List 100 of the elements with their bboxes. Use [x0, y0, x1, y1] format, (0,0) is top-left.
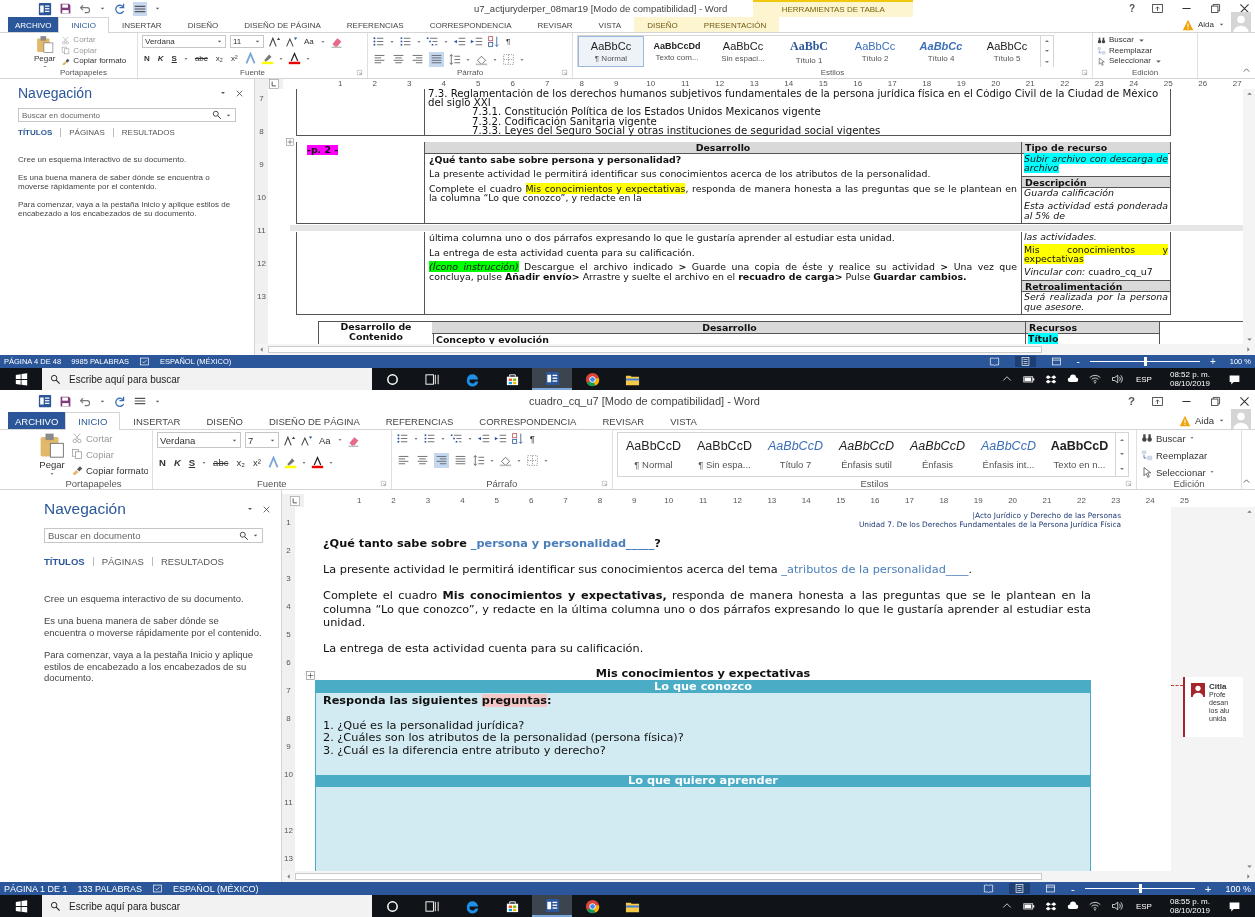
bullets-icon[interactable]: [395, 432, 409, 445]
help-button[interactable]: ?: [1128, 3, 1135, 14]
close-icon[interactable]: [235, 88, 244, 98]
close-icon[interactable]: [1238, 2, 1251, 15]
caret-icon[interactable]: [488, 457, 495, 464]
find-button[interactable]: Buscar: [1097, 35, 1146, 46]
font-size-field[interactable]: 7: [245, 432, 279, 448]
line-spacing-icon[interactable]: [471, 454, 485, 467]
caret-icon[interactable]: [1218, 21, 1225, 28]
format-painter-button[interactable]: Copiar formato: [71, 464, 148, 476]
clock-time[interactable]: 08:55 p. m.: [1169, 897, 1210, 906]
caret-icon[interactable]: [542, 457, 549, 464]
proofing-icon[interactable]: [138, 356, 150, 367]
zoom-in-button[interactable]: +: [1204, 882, 1212, 895]
collapse-ribbon-icon[interactable]: [1242, 477, 1251, 486]
underline-button[interactable]: S: [186, 457, 198, 468]
font-color-icon[interactable]: [310, 456, 324, 469]
numbering-icon[interactable]: [399, 35, 412, 48]
show-marks-button[interactable]: ¶: [527, 433, 537, 444]
save-icon[interactable]: [59, 2, 72, 15]
multilevel-list-icon[interactable]: [426, 35, 439, 48]
cloud-icon[interactable]: [1066, 373, 1079, 385]
caret-icon[interactable]: [336, 437, 343, 443]
ribbon-tab[interactable]: DISEÑO DE PÁGINA: [231, 17, 334, 32]
print-layout-button[interactable]: [1014, 356, 1036, 367]
decrease-indent-icon[interactable]: [453, 35, 466, 48]
paste-button[interactable]: Pegar: [39, 432, 65, 477]
bold-button[interactable]: N: [157, 457, 168, 468]
undo-icon[interactable]: [79, 2, 92, 15]
ribbon-tab[interactable]: INICIO: [58, 17, 109, 33]
pane-options-icon[interactable]: [219, 89, 227, 97]
style-option[interactable]: AaBbCcD Énfasis sutil: [831, 433, 902, 476]
ribbon-tab[interactable]: CORRESPONDENCIA: [466, 412, 590, 429]
text-effects-icon[interactable]: [266, 456, 280, 469]
search-input[interactable]: Buscar en documento: [22, 110, 209, 120]
shading-icon[interactable]: [475, 53, 488, 66]
style-option[interactable]: AaBbC Título 1: [776, 36, 842, 67]
clock-date[interactable]: 08/10/2019: [1169, 379, 1210, 388]
page-count[interactable]: PÁGINA 1 DE 1: [4, 883, 68, 894]
strikethrough-button[interactable]: abc: [211, 457, 231, 468]
increase-indent-icon[interactable]: [493, 432, 507, 445]
style-option[interactable]: AaBbCc ¶ Normal: [578, 36, 644, 67]
select-button[interactable]: Seleccionar: [1141, 466, 1215, 478]
horizontal-scrollbar[interactable]: [255, 344, 1255, 355]
tab-stop-icon[interactable]: [290, 495, 300, 506]
notification-icon[interactable]: [1228, 372, 1241, 386]
caret-icon[interactable]: [327, 459, 334, 466]
zoom-out-button[interactable]: -: [1076, 356, 1080, 367]
show-marks-button[interactable]: ¶: [504, 37, 513, 46]
align-right-button[interactable]: [433, 453, 449, 468]
pane-tab[interactable]: RESULTADOS: [160, 556, 224, 567]
caret-icon[interactable]: [412, 435, 419, 442]
subscript-button[interactable]: x₂: [234, 457, 247, 468]
taskbar-search-field[interactable]: Escribe aquí para buscar: [42, 368, 372, 390]
input-language[interactable]: ESP: [1135, 901, 1152, 911]
taskbar-search-field[interactable]: Escribe aquí para buscar: [42, 895, 372, 917]
zoom-in-button[interactable]: +: [1209, 356, 1216, 367]
ribbon-tab[interactable]: REVISAR: [524, 17, 586, 32]
font-color-icon[interactable]: [287, 52, 301, 65]
caret-icon[interactable]: [300, 459, 307, 466]
language[interactable]: ESPAÑOL (MÉXICO): [172, 883, 259, 894]
increase-indent-icon[interactable]: [470, 35, 483, 48]
search-field[interactable]: Buscar en documento: [44, 528, 263, 543]
line-spacing-icon[interactable]: [448, 53, 461, 66]
style-option[interactable]: AaBbCc Sin espaci...: [710, 36, 776, 67]
multilevel-list-icon[interactable]: [449, 432, 463, 445]
bold-button[interactable]: N: [142, 54, 152, 63]
caret-icon[interactable]: [277, 55, 284, 62]
caret-icon[interactable]: [304, 55, 311, 62]
shrink-font-icon[interactable]: [285, 35, 298, 48]
customize-caret-icon[interactable]: [154, 5, 161, 12]
print-layout-button[interactable]: [1008, 883, 1030, 894]
ribbon-tab[interactable]: DISEÑO DE PÁGINA: [255, 412, 373, 429]
borders-icon[interactable]: [502, 53, 515, 66]
find-button[interactable]: Buscar: [1141, 432, 1195, 444]
input-language[interactable]: ESP: [1135, 374, 1152, 384]
underline-button[interactable]: S: [169, 54, 179, 63]
ribbon-tab[interactable]: CORRESPONDENCIA: [416, 17, 525, 32]
font-name-field[interactable]: Verdana: [157, 432, 241, 448]
ribbon-tab[interactable]: ARCHIVO: [8, 17, 59, 32]
ribbon-tab[interactable]: REFERENCIAS: [333, 17, 417, 32]
volume-icon[interactable]: [1110, 373, 1123, 385]
bullets-icon[interactable]: [372, 35, 385, 48]
redo-icon[interactable]: [113, 2, 126, 15]
ribbon-tab[interactable]: DISEÑO: [174, 17, 232, 32]
zoom-out-button[interactable]: -: [1070, 882, 1075, 895]
ribbon-tab[interactable]: VISTA: [585, 17, 635, 32]
caret-icon[interactable]: [466, 435, 473, 442]
caret-icon[interactable]: [201, 459, 208, 466]
notification-icon[interactable]: [1228, 899, 1241, 913]
help-button[interactable]: ?: [1127, 395, 1135, 407]
sort-icon[interactable]: [510, 432, 524, 445]
restore-icon[interactable]: [1209, 2, 1222, 15]
search-input[interactable]: Buscar en documento: [48, 530, 236, 541]
wifi-icon[interactable]: [1088, 373, 1101, 385]
pane-tab[interactable]: RESULTADOS: [121, 128, 175, 137]
highlighter-icon[interactable]: [260, 52, 274, 65]
ribbon-tab[interactable]: REFERENCIAS: [372, 412, 467, 429]
caret-icon[interactable]: [465, 56, 471, 63]
replace-button[interactable]: Reemplazar: [1141, 449, 1208, 461]
